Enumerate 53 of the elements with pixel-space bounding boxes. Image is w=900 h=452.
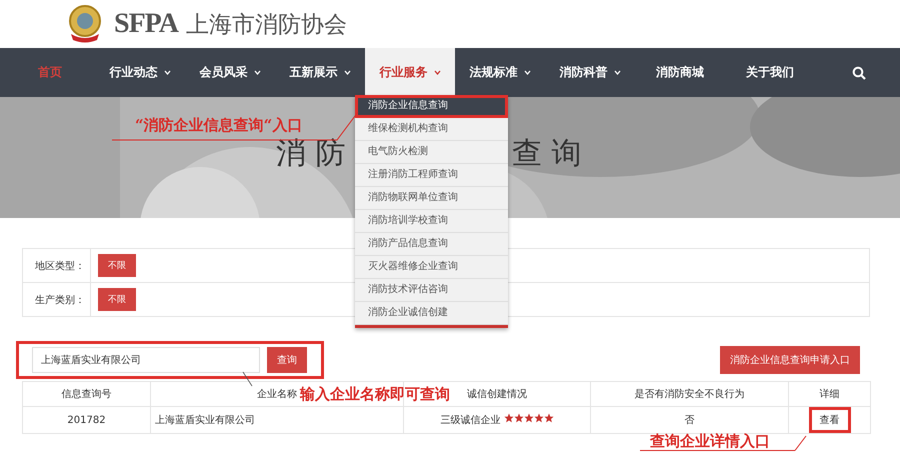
menu-item[interactable]: 消防企业信息查询 (355, 95, 508, 118)
star-icon (534, 413, 544, 423)
annotation-text: “消防企业信息查询“入口 (135, 118, 302, 133)
filter-option[interactable]: 不限 (98, 288, 136, 311)
menu-item[interactable]: 消防培训学校查询 (355, 210, 508, 233)
caret-icon (524, 70, 530, 75)
menu-item[interactable]: 消防技术评估咨询 (355, 279, 508, 302)
caret-icon (164, 70, 170, 75)
nav-item[interactable]: 法规标准 (455, 48, 545, 97)
nav-item[interactable]: 消防科普 (545, 48, 635, 97)
caret-icon (254, 70, 260, 75)
filter-label: 地区类型： (23, 249, 91, 282)
banner-title: 查 询 (512, 139, 582, 169)
nav-item[interactable]: 行业动态 (95, 48, 185, 97)
menu-item[interactable]: 维保检测机构查询 (355, 118, 508, 141)
banner-title: 消 防 (276, 139, 346, 169)
nav-item[interactable]: 消防商城 (635, 48, 725, 97)
menu-item[interactable]: 注册消防工程师查询 (355, 164, 508, 187)
star-icon (504, 413, 514, 423)
table-cell: 上海蓝盾实业有限公司 (150, 406, 404, 434)
caret-icon (434, 70, 440, 75)
apply-button[interactable]: 消防企业信息查询申请入口 (720, 346, 860, 374)
caret-icon (344, 70, 350, 75)
site-name: 上海市消防协会 (186, 10, 347, 40)
annotation-text: 输入企业名称即可查询 (300, 387, 450, 402)
search-field[interactable]: 上海蓝盾实业有限公司 (32, 347, 260, 373)
view-link[interactable]: 查看 (808, 407, 850, 433)
nav-item[interactable]: 会员风采 (185, 48, 275, 97)
star-icon (524, 413, 534, 423)
search-button[interactable]: 查询 (267, 347, 307, 373)
menu-item[interactable]: 电气防火检测 (355, 141, 508, 164)
search-icon[interactable] (852, 66, 866, 80)
table-cell: 201782 (22, 406, 150, 434)
menu-item[interactable]: 消防企业诚信创建 (355, 302, 508, 325)
table-cell: 否 (590, 406, 788, 434)
column-header: 是否有消防安全不良行为 (590, 382, 788, 406)
logo-text: SFPA (114, 8, 178, 40)
nav-item[interactable]: 行业服务 (365, 48, 455, 97)
caret-icon (614, 70, 620, 75)
annotation-text: 查询企业详情入口 (650, 434, 770, 449)
menu-item[interactable]: 消防产品信息查询 (355, 233, 508, 256)
nav-item[interactable]: 关于我们 (725, 48, 815, 97)
credit-level: 三级诚信企业 (440, 415, 500, 426)
leader-line (242, 372, 252, 386)
star-icon (514, 413, 524, 423)
menu-item[interactable]: 灭火器维修企业查询 (355, 256, 508, 279)
menu-item[interactable]: 消防物联网单位查询 (355, 187, 508, 210)
nav-item[interactable]: 五新展示 (275, 48, 365, 97)
filter-label: 生产类别： (23, 283, 91, 316)
filter-option[interactable]: 不限 (98, 254, 136, 277)
star-icon (544, 413, 554, 423)
column-header: 详细 (788, 382, 870, 406)
column-header: 信息查询号 (22, 382, 150, 406)
